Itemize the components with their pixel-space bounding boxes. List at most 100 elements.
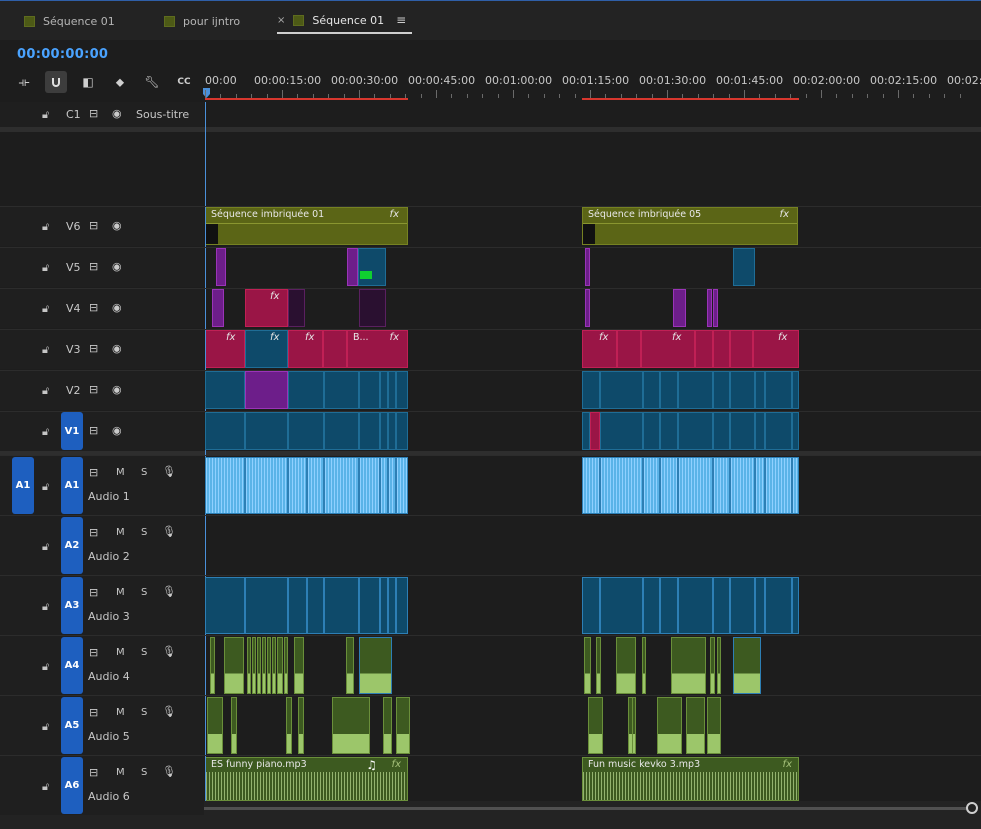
audio-clip[interactable]: [765, 577, 792, 634]
audio-clip[interactable]: [307, 577, 324, 634]
clip[interactable]: [730, 330, 753, 368]
microphone-icon[interactable]: 🎙︎: [162, 645, 176, 658]
clip[interactable]: [695, 330, 713, 368]
clip[interactable]: [730, 371, 755, 409]
clip[interactable]: [288, 412, 324, 450]
microphone-icon[interactable]: 🎙︎: [162, 525, 176, 538]
clip[interactable]: [324, 412, 359, 450]
clip[interactable]: [359, 289, 386, 327]
mute-button[interactable]: M: [116, 527, 125, 538]
clip[interactable]: [600, 412, 643, 450]
audio-clip[interactable]: [396, 577, 408, 634]
clip[interactable]: fx: [245, 330, 288, 368]
clip[interactable]: fx: [582, 330, 617, 368]
sync-lock-icon[interactable]: ⊟: [89, 260, 98, 273]
clip[interactable]: [713, 371, 730, 409]
clip[interactable]: [713, 412, 730, 450]
clip[interactable]: [388, 371, 396, 409]
clip[interactable]: [388, 412, 396, 450]
audio-clip[interactable]: [678, 577, 713, 634]
solo-button[interactable]: S: [141, 707, 147, 718]
scroll-handle-right[interactable]: [966, 802, 978, 814]
clip-nested-sequence-01[interactable]: Séquence imbriquée 01 fx: [205, 207, 408, 245]
audio-clip[interactable]: [396, 697, 410, 754]
clip[interactable]: [660, 371, 678, 409]
solo-button[interactable]: S: [141, 527, 147, 538]
audio-clip[interactable]: [388, 577, 396, 634]
clip[interactable]: [765, 412, 792, 450]
clip[interactable]: [713, 330, 730, 368]
audio-clip[interactable]: [616, 637, 636, 694]
audio-clip[interactable]: [678, 457, 713, 514]
track-target-a5[interactable]: A5: [61, 697, 83, 754]
clip-nested-sequence-05[interactable]: Séquence imbriquée 05 fx: [582, 207, 798, 245]
clip[interactable]: [590, 412, 600, 450]
audio-clip[interactable]: [755, 457, 765, 514]
audio-clip[interactable]: [245, 457, 288, 514]
clip[interactable]: [713, 289, 718, 327]
lock-icon[interactable]: 🔓︎: [42, 720, 49, 734]
source-patch-a1[interactable]: A1: [12, 457, 34, 514]
sync-lock-icon[interactable]: ⊟: [89, 766, 98, 779]
audio-clip[interactable]: [346, 637, 354, 694]
solo-button[interactable]: S: [141, 587, 147, 598]
audio-clip[interactable]: [792, 457, 799, 514]
linked-selection-icon[interactable]: ◧: [77, 71, 99, 93]
audio-clip[interactable]: [596, 637, 601, 694]
clip[interactable]: [733, 248, 755, 286]
audio-clip[interactable]: [324, 577, 359, 634]
audio-clip[interactable]: [332, 697, 370, 754]
solo-button[interactable]: S: [141, 767, 147, 778]
audio-clip[interactable]: [643, 457, 660, 514]
clip-b[interactable]: B... fx: [347, 330, 408, 368]
clip[interactable]: [245, 371, 288, 409]
audio-clip[interactable]: [600, 457, 643, 514]
audio-clip[interactable]: [288, 457, 307, 514]
audio-clip[interactable]: [588, 697, 603, 754]
audio-clip[interactable]: [730, 457, 755, 514]
clip[interactable]: [212, 289, 224, 327]
eye-icon[interactable]: ◉: [112, 301, 122, 314]
clip[interactable]: [585, 248, 590, 286]
audio-clip[interactable]: [359, 457, 380, 514]
audio-clip[interactable]: [262, 637, 266, 694]
track-target-a2[interactable]: A2: [61, 517, 83, 574]
audio-clip[interactable]: [247, 637, 251, 694]
sync-lock-icon[interactable]: ⊟: [89, 526, 98, 539]
clip[interactable]: [582, 412, 590, 450]
track-target-v1[interactable]: V1: [61, 412, 83, 450]
audio-clip[interactable]: [207, 697, 223, 754]
audio-clip[interactable]: [231, 697, 237, 754]
clip[interactable]: [643, 371, 660, 409]
lock-icon[interactable]: 🔓︎: [42, 384, 49, 398]
clip[interactable]: [323, 330, 347, 368]
mute-button[interactable]: M: [116, 647, 125, 658]
audio-clip[interactable]: [713, 577, 730, 634]
audio-clip[interactable]: [298, 697, 304, 754]
audio-clip[interactable]: [210, 637, 215, 694]
audio-clip[interactable]: [286, 697, 292, 754]
audio-clip[interactable]: [380, 457, 388, 514]
audio-clip[interactable]: [730, 577, 755, 634]
clip[interactable]: [765, 371, 792, 409]
clip[interactable]: [660, 412, 678, 450]
clip[interactable]: [585, 289, 590, 327]
lock-icon[interactable]: 🔓︎: [42, 480, 49, 494]
solo-button[interactable]: S: [141, 647, 147, 658]
tab-sequence-01-a[interactable]: Séquence 01: [24, 8, 115, 34]
lock-icon[interactable]: 🔓︎: [42, 780, 49, 794]
clip[interactable]: [347, 248, 358, 286]
audio-clip[interactable]: [600, 577, 643, 634]
sync-lock-icon[interactable]: ⊟: [89, 107, 98, 120]
audio-clip[interactable]: [710, 637, 715, 694]
audio-clip[interactable]: [792, 577, 799, 634]
clip[interactable]: [617, 330, 641, 368]
track-target-a6[interactable]: A6: [61, 757, 83, 814]
clip[interactable]: [396, 412, 408, 450]
audio-clip[interactable]: [657, 697, 682, 754]
eye-icon[interactable]: ◉: [112, 260, 122, 273]
clip[interactable]: fx: [753, 330, 799, 368]
clip[interactable]: [600, 371, 643, 409]
audio-clip[interactable]: [765, 457, 792, 514]
audio-clip[interactable]: [713, 457, 730, 514]
